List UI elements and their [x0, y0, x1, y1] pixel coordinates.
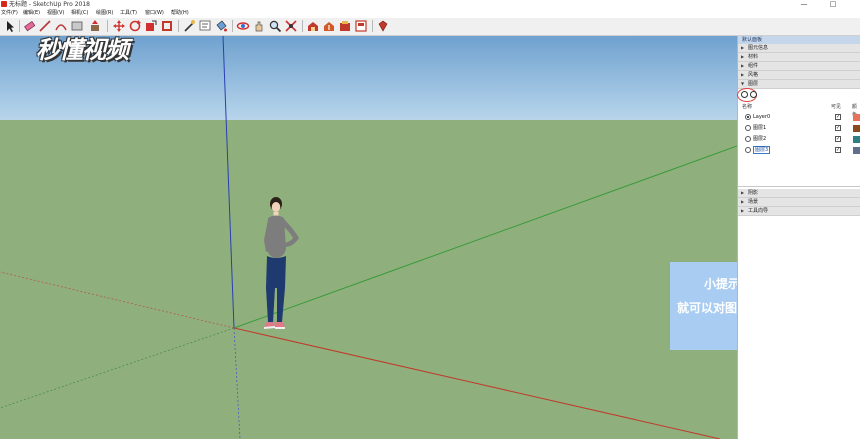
menu-tools[interactable]: 工具(T) [120, 9, 137, 18]
layer-table-header: 名称 可见 颜色 [738, 103, 860, 118]
offset-icon[interactable] [160, 19, 174, 33]
scale-icon[interactable] [144, 19, 158, 33]
expand-arrow-icon: ▶ [741, 54, 745, 59]
expand-arrow-icon: ▶ [741, 199, 745, 204]
expand-arrow-icon: ▶ [741, 190, 745, 195]
orbit-icon[interactable] [236, 19, 250, 33]
layer-name[interactable]: 图层2 [753, 134, 766, 144]
section-entity-info[interactable]: ▶ 图元信息 [738, 44, 860, 53]
expand-arrow-icon: ▶ [741, 208, 745, 213]
menu-file[interactable]: 文件(F) [1, 9, 18, 18]
default-tray: 默认面板 ▶ 图元信息 ▶ 材料 ▶ 组件 ▶ 风格 ▼ 图层 名称 可见 颜色… [737, 36, 860, 439]
paint-bucket-icon[interactable] [214, 19, 228, 33]
section-scenes[interactable]: ▶ 场景 [738, 198, 860, 207]
eraser-icon[interactable] [22, 19, 36, 33]
section-shadows[interactable]: ▶ 阴影 [738, 189, 860, 198]
tray-header: 默认面板 [738, 36, 860, 44]
window-title: 无标题 - SketchUp Pro 2018 [9, 1, 90, 8]
tray-title: 默认面板 [742, 37, 763, 43]
expand-arrow-icon: ▶ [741, 45, 745, 50]
text-icon[interactable] [198, 19, 212, 33]
share-model-icon[interactable] [322, 19, 336, 33]
toolbar-separator [232, 20, 233, 32]
menu-draw[interactable]: 绘图(R) [96, 9, 113, 18]
menu-camera[interactable]: 相机(C) [71, 9, 88, 18]
expand-arrow-icon: ▶ [741, 63, 745, 68]
zoom-extents-icon[interactable] [284, 19, 298, 33]
layer-color-swatch[interactable] [853, 114, 860, 121]
visible-checkbox[interactable]: ✓ [835, 125, 841, 131]
layer-name-edit-field[interactable]: 图层3 [753, 146, 771, 154]
layer-row[interactable]: 图层1 ✓ [738, 123, 860, 133]
warehouse-icon[interactable] [306, 19, 320, 33]
section-materials[interactable]: ▶ 材料 [738, 53, 860, 62]
toolbar-separator [302, 20, 303, 32]
expand-arrow-icon: ▶ [741, 72, 745, 77]
maximize-button[interactable]: □ [825, 0, 841, 9]
active-layer-radio[interactable] [745, 114, 751, 120]
title-bar: 无标题 - SketchUp Pro 2018 — □ [0, 0, 860, 9]
zoom-icon[interactable] [268, 19, 282, 33]
column-name[interactable]: 名称 [742, 103, 752, 111]
menu-help[interactable]: 帮助(H) [171, 9, 189, 18]
toolbar-separator [19, 20, 20, 32]
active-layer-radio[interactable] [745, 147, 751, 153]
layout-icon[interactable] [354, 19, 368, 33]
visible-checkbox[interactable]: ✓ [835, 114, 841, 120]
layer-row[interactable]: Layer0 ✓ [738, 112, 860, 122]
red-axis-negative [0, 271, 235, 329]
section-components[interactable]: ▶ 组件 [738, 62, 860, 71]
rotate-icon[interactable] [128, 19, 142, 33]
section-instructor[interactable]: ▶ 工具向导 [738, 207, 860, 216]
extension-warehouse-icon[interactable] [338, 19, 352, 33]
move-icon[interactable] [112, 19, 126, 33]
visible-checkbox[interactable]: ✓ [835, 136, 841, 142]
person-figure [264, 197, 299, 329]
column-visible[interactable]: 可见 [831, 103, 841, 111]
toolbar-separator [107, 20, 108, 32]
red-axis [233, 327, 721, 439]
layer-row[interactable]: 图层3 ✓ [738, 145, 860, 155]
layer-name[interactable]: 图层1 [753, 123, 766, 133]
select-icon[interactable] [3, 19, 17, 33]
model-viewport[interactable]: 秒懂视频 [0, 36, 737, 439]
sketchup-logo-icon [1, 1, 7, 7]
layer-color-swatch[interactable] [853, 125, 860, 132]
visible-checkbox[interactable]: ✓ [835, 147, 841, 153]
layer-name[interactable]: Layer0 [753, 112, 770, 122]
menu-edit[interactable]: 编辑(E) [23, 9, 40, 18]
pane-divider[interactable] [738, 186, 860, 187]
main-toolbar [0, 18, 860, 36]
section-styles[interactable]: ▶ 风格 [738, 71, 860, 80]
add-layer-button[interactable] [741, 91, 748, 98]
shape-icon[interactable] [70, 19, 84, 33]
blue-axis [222, 36, 235, 329]
layer-row[interactable]: 图层2 ✓ [738, 134, 860, 144]
toolbar-separator [372, 20, 373, 32]
layer-color-swatch[interactable] [853, 136, 860, 143]
pan-icon[interactable] [252, 19, 266, 33]
section-layers[interactable]: ▼ 图层 [738, 80, 860, 89]
delete-layer-button[interactable] [750, 91, 757, 98]
layer-color-swatch[interactable] [853, 147, 860, 154]
arc-icon[interactable] [54, 19, 68, 33]
green-axis-negative [0, 327, 235, 409]
collapse-arrow-icon: ▼ [741, 81, 745, 86]
active-layer-radio[interactable] [745, 125, 751, 131]
menu-window[interactable]: 窗口(W) [145, 9, 164, 18]
watermark-logo: 秒懂视频 [36, 36, 129, 64]
layer-toolbar [737, 88, 860, 102]
active-layer-radio[interactable] [745, 136, 751, 142]
minimize-button[interactable]: — [796, 0, 812, 9]
menu-view[interactable]: 视图(V) [47, 9, 64, 18]
line-icon[interactable] [38, 19, 52, 33]
axes [0, 36, 737, 439]
tape-measure-icon[interactable] [182, 19, 196, 33]
blue-axis-negative [233, 327, 241, 439]
push-pull-icon[interactable] [88, 19, 102, 33]
toolbar-separator [178, 20, 179, 32]
menu-bar: 文件(F) 编辑(E) 视图(V) 相机(C) 绘图(R) 工具(T) 窗口(W… [0, 9, 860, 18]
ruby-icon[interactable] [376, 19, 390, 33]
